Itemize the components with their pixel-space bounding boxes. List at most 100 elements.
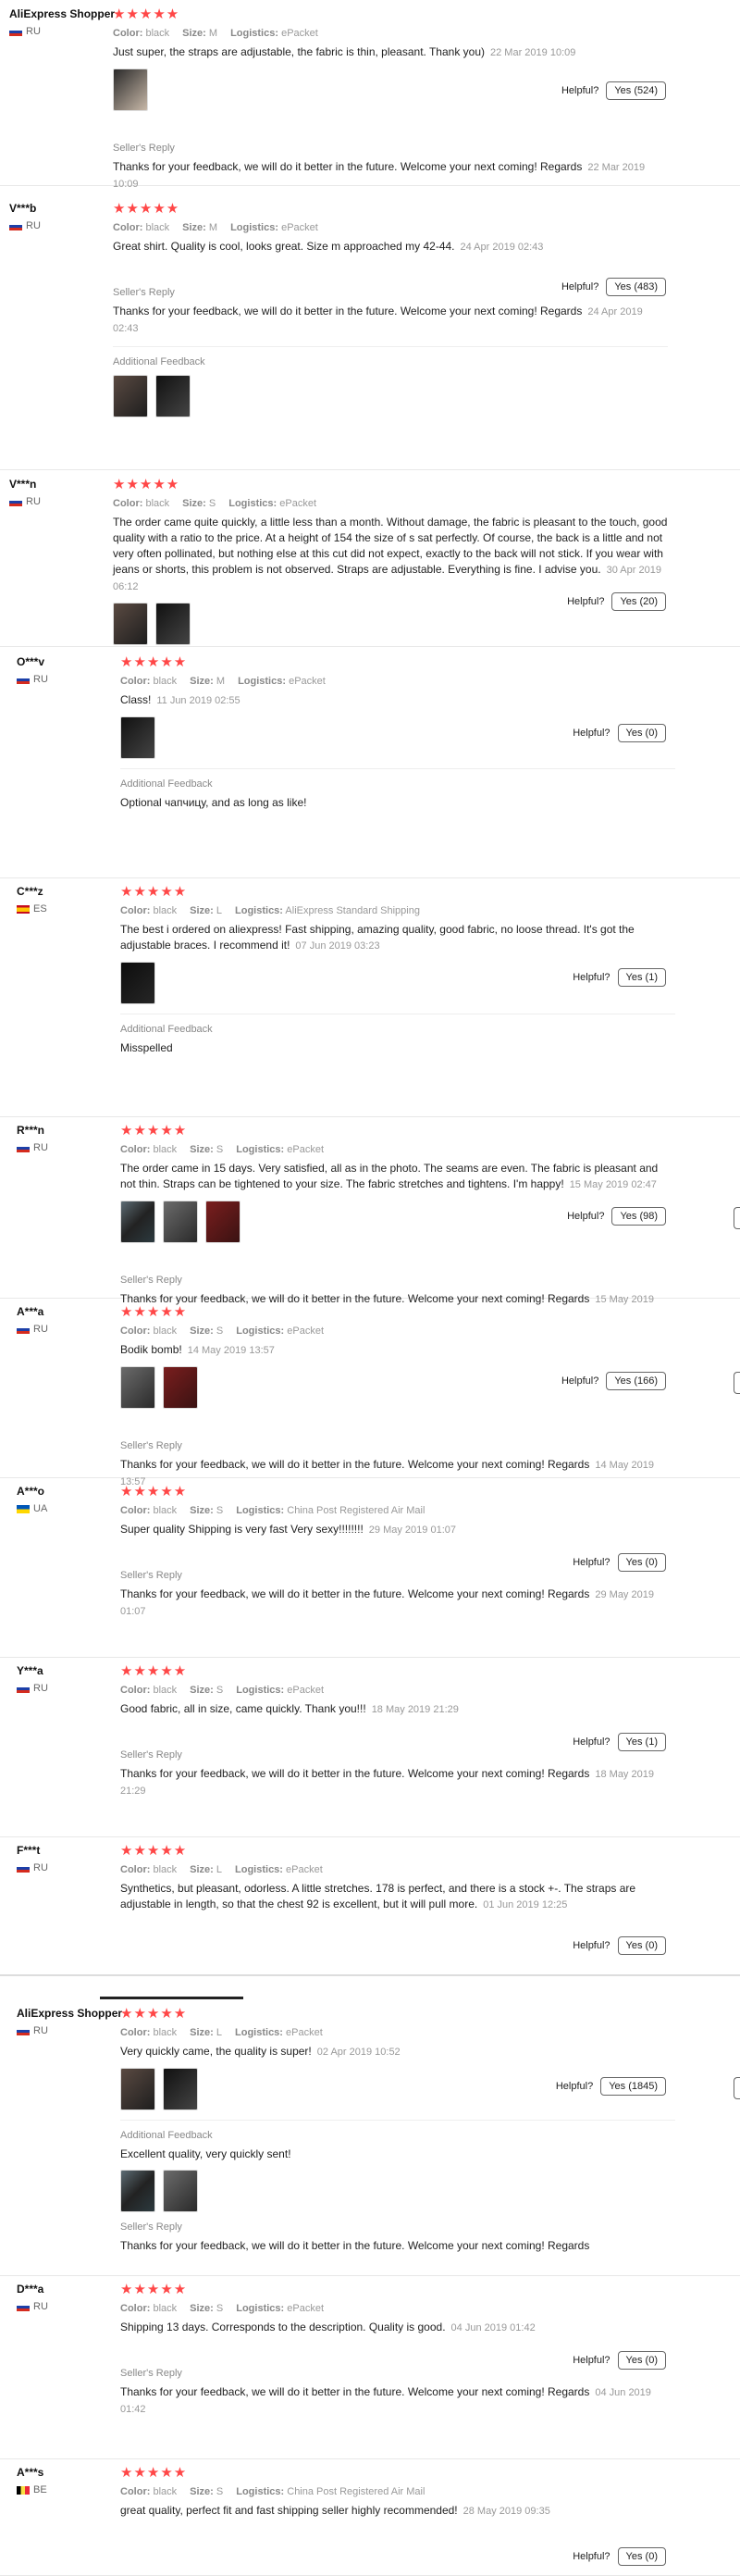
helpful-yes-button[interactable]: Yes (0) — [617, 1553, 666, 1572]
helpful-yes-button[interactable]: Yes (483) — [606, 278, 666, 296]
rating-stars: ★★★★★ — [120, 1843, 188, 1859]
label-logistics: Logistics: — [230, 222, 279, 233]
country-code: RU — [33, 1324, 48, 1335]
review-body: Just super, the straps are adjustable, t… — [113, 45, 486, 58]
seller-reply: Thanks for your feedback, we will do it … — [113, 304, 668, 337]
seller-reply: Thanks for your feedback, we will do it … — [120, 2238, 675, 2254]
helpful-yes-button[interactable]: Yes (0) — [617, 724, 666, 742]
helpful-vote: Helpful? Yes (0) — [573, 1936, 666, 1955]
review-photo-thumbnail[interactable] — [120, 2170, 155, 2212]
helpful-yes-button[interactable]: Yes (98) — [611, 1207, 666, 1226]
helpful-yes-button[interactable]: Yes (0) — [617, 1936, 666, 1955]
review-photo-thumbnail[interactable] — [163, 1366, 198, 1409]
review-photo-thumbnail[interactable] — [113, 375, 148, 417]
review-content: ★★★★★ Color: black Size: S Logistics: ePack… — [120, 1305, 675, 1490]
label-color: Color: — [120, 1325, 151, 1337]
reviewer-name: A***a — [17, 1305, 44, 1318]
review-photo-thumbnail[interactable] — [120, 2068, 155, 2110]
review-content: ★★★★★ Color: black Size: M Logistics: ePack… — [113, 7, 668, 193]
review-date: 22 Mar 2019 10:09 — [490, 47, 576, 58]
rating-stars: ★★★★★ — [113, 6, 180, 22]
value-size: S — [216, 1685, 224, 1696]
seller-reply-label: Seller's Reply — [120, 2221, 182, 2233]
value-color: black — [153, 1505, 178, 1516]
review-photo-thumbnail[interactable] — [205, 1201, 240, 1243]
review-content: ★★★★★ Color: black Size: L Logistics: ePack… — [120, 1844, 675, 1913]
label-logistics: Logistics: — [236, 2486, 285, 2497]
review-photo-thumbnail[interactable] — [113, 68, 148, 111]
reviewer-name: D***a — [17, 2283, 44, 2296]
review-photo-thumbnail[interactable] — [155, 375, 191, 417]
label-color: Color: — [113, 28, 143, 39]
label-size: Size: — [190, 676, 214, 687]
reviewer-country: RU — [17, 2301, 128, 2312]
helpful-no-button[interactable] — [734, 1207, 740, 1229]
additional-feedback-text: Misspelled — [120, 1041, 173, 1054]
reviewer-country: RU — [17, 1324, 128, 1335]
rating-stars: ★★★★★ — [120, 2282, 188, 2297]
label-color: Color: — [120, 1144, 151, 1155]
value-logistics: ePacket — [287, 1144, 324, 1155]
label-size: Size: — [190, 905, 214, 916]
seller-reply-label: Seller's Reply — [120, 1440, 182, 1451]
label-size: Size: — [190, 2486, 214, 2497]
review-photo-thumbnail[interactable] — [113, 603, 148, 645]
order-info: Color: black Size: M Logistics: ePacket — [120, 676, 675, 687]
label-color: Color: — [120, 2303, 151, 2314]
reviewer: V***n RU — [9, 478, 120, 507]
value-logistics: China Post Registered Air Mail — [287, 2486, 426, 2497]
value-logistics: ePacket — [287, 1325, 324, 1337]
review-photo-thumbnail[interactable] — [120, 1201, 155, 1243]
label-size: Size: — [182, 498, 206, 509]
helpful-label: Helpful? — [567, 1211, 605, 1222]
helpful-yes-button[interactable]: Yes (0) — [617, 2351, 666, 2370]
helpful-label: Helpful? — [573, 2551, 610, 2562]
review-photo-thumbnail[interactable] — [163, 2068, 198, 2110]
country-code: RU — [33, 1142, 48, 1153]
value-logistics: ePacket — [287, 1685, 324, 1696]
seller-reply: Thanks for your feedback, we will do it … — [120, 1587, 675, 1620]
review-body: Shipping 13 days. Corresponds to the des… — [120, 2321, 446, 2333]
review-body: Good fabric, all in size, came quickly. … — [120, 1702, 366, 1715]
review-item: AliExpress Shopper RU ★★★★★ Color: black Siz… — [0, 0, 740, 190]
helpful-yes-button[interactable]: Yes (524) — [606, 81, 666, 100]
value-color: black — [145, 222, 170, 233]
review-body: Super quality Shipping is very fast Very… — [120, 1523, 364, 1536]
review-photo-thumbnail[interactable] — [120, 716, 155, 759]
helpful-yes-button[interactable]: Yes (1) — [617, 1733, 666, 1751]
review-photo-thumbnail[interactable] — [163, 2170, 198, 2212]
review-date: 28 May 2019 09:35 — [462, 2506, 550, 2517]
review-content: ★★★★★ Color: black Size: M Logistics: ePack… — [113, 202, 668, 417]
review-item: R***n RU ★★★★★ Color: black Size: S Logistics… — [0, 1116, 740, 1305]
label-color: Color: — [120, 1505, 151, 1516]
flag-icon — [17, 2302, 30, 2311]
review-body: Great shirt. Quality is cool, looks grea… — [113, 240, 455, 253]
review-text: Synthetics, but pleasant, odorless. A li… — [120, 1881, 675, 1913]
helpful-yes-button[interactable]: Yes (1) — [617, 968, 666, 987]
review-photo-thumbnail[interactable] — [120, 1366, 155, 1409]
review-photo-thumbnail[interactable] — [155, 603, 191, 645]
helpful-yes-button[interactable]: Yes (166) — [606, 1372, 666, 1390]
seller-reply-label: Seller's Reply — [113, 143, 175, 154]
review-photo-thumbnail[interactable] — [163, 1201, 198, 1243]
helpful-yes-button[interactable]: Yes (1845) — [600, 2077, 666, 2096]
label-logistics: Logistics: — [235, 905, 283, 916]
review-date: 29 May 2019 01:07 — [368, 1524, 456, 1536]
review-photo-thumbnail[interactable] — [120, 962, 155, 1004]
rating-stars: ★★★★★ — [113, 201, 180, 217]
helpful-no-button[interactable] — [734, 1372, 740, 1394]
value-size: S — [216, 1325, 224, 1337]
helpful-no-button[interactable] — [734, 2077, 740, 2099]
value-logistics: ePacket — [286, 1864, 323, 1875]
label-color: Color: — [113, 498, 143, 509]
value-logistics: ePacket — [281, 28, 318, 39]
reviewer: C***z ES — [17, 885, 128, 915]
review-date: 24 Apr 2019 02:43 — [460, 242, 544, 253]
value-color: black — [153, 2303, 178, 2314]
review-body: The order came quite quickly, a little l… — [113, 516, 668, 576]
flag-icon — [17, 904, 30, 914]
flag-icon — [17, 1504, 30, 1513]
review-item: V***n RU ★★★★★ Color: black Size: S Logistics… — [0, 470, 740, 647]
helpful-yes-button[interactable]: Yes (0) — [617, 2547, 666, 2566]
helpful-yes-button[interactable]: Yes (20) — [611, 592, 666, 611]
